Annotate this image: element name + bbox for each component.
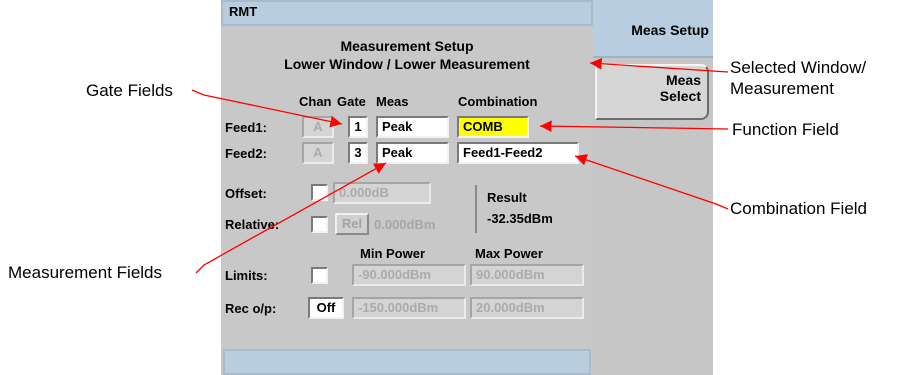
selected-window-callout-line2: Measurement — [730, 79, 834, 98]
combination-field-arrow — [574, 154, 729, 210]
measurement-fields-callout: Measurement Fields — [8, 263, 163, 282]
gate-fields-callout: Gate Fields — [86, 81, 173, 100]
selected-window-callout: Selected Window/ — [730, 58, 867, 77]
gate-fields-arrow — [191, 89, 343, 128]
selected-window-arrow — [589, 57, 729, 73]
function-field-callout: Function Field — [732, 120, 839, 139]
measurement-fields-arrow — [195, 162, 387, 274]
function-field-arrow — [539, 120, 729, 133]
annotation-overlay — [191, 57, 729, 274]
combination-field-callout: Combination Field — [730, 199, 868, 218]
